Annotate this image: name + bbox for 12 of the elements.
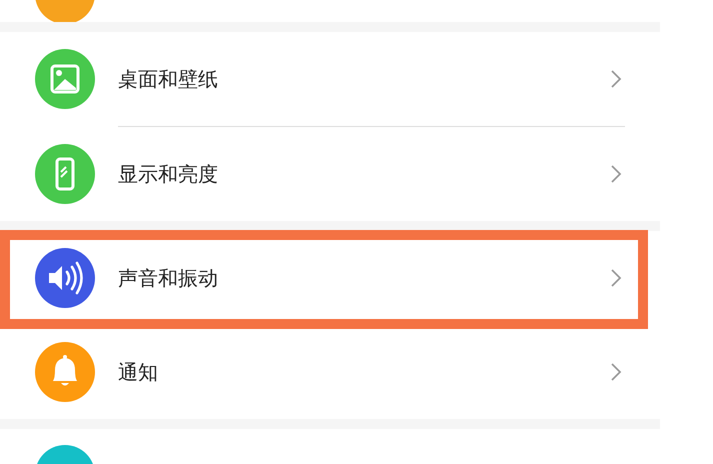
chevron-right-icon: [610, 268, 622, 288]
chevron-right-icon: [610, 69, 622, 89]
settings-item[interactable]: 通知: [0, 325, 660, 419]
settings-item[interactable]: 显示和亮度: [0, 127, 660, 221]
item-label: 声音和振动: [118, 264, 219, 292]
chevron-right-icon: [610, 164, 622, 184]
item-label: 通知: [118, 358, 159, 386]
chevron-right-icon: [610, 362, 622, 382]
settings-item[interactable]: 声音和振动: [0, 231, 660, 325]
settings-item[interactable]: 桌面和壁纸: [0, 32, 660, 126]
item-label: 显示和亮度: [118, 160, 219, 188]
item-label: 桌面和壁纸: [118, 66, 219, 92]
